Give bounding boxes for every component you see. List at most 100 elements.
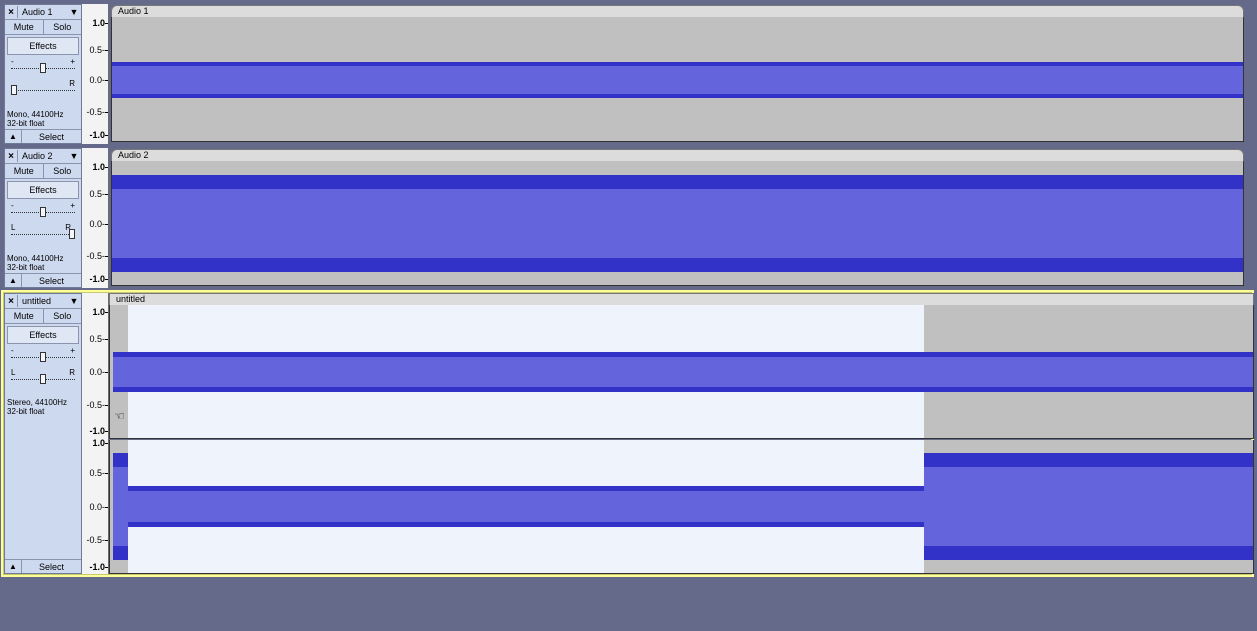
track-name-button[interactable]: Audio 2 bbox=[18, 151, 67, 161]
track-header: × Audio 2 ▼ bbox=[5, 149, 81, 164]
select-button[interactable]: Select bbox=[22, 130, 81, 143]
track-control-panel: × Audio 2 ▼ Mute Solo Effects - + L R Mo… bbox=[4, 148, 82, 288]
pan-slider-thumb[interactable] bbox=[40, 374, 46, 384]
vertical-ruler: 1.0 0.5- 0.0- -0.5- -1.0 bbox=[82, 4, 109, 144]
effects-button[interactable]: Effects bbox=[7, 181, 79, 199]
track-name-button[interactable]: untitled bbox=[18, 296, 67, 306]
gain-plus-label: + bbox=[70, 346, 75, 355]
track-audio-2: × Audio 2 ▼ Mute Solo Effects - + L R Mo… bbox=[0, 148, 1257, 288]
solo-button[interactable]: Solo bbox=[42, 309, 82, 323]
ruler-label: -1.0 bbox=[89, 130, 108, 140]
clip-title-bar[interactable]: Audio 2 bbox=[111, 149, 1244, 161]
gain-slider-thumb[interactable] bbox=[40, 207, 46, 217]
waveform-peak bbox=[128, 522, 924, 527]
waveform-peak bbox=[924, 546, 1253, 560]
pan-slider[interactable]: L R bbox=[11, 223, 75, 240]
collapse-track-icon[interactable]: ▲ bbox=[5, 560, 22, 573]
mute-button[interactable]: Mute bbox=[5, 20, 43, 34]
track-audio-1: × Audio 1 ▼ Mute Solo Effects - + R Mono… bbox=[0, 4, 1257, 144]
waveform-peak bbox=[112, 258, 1243, 272]
waveform-area[interactable] bbox=[111, 17, 1244, 142]
gain-slider[interactable]: - + bbox=[11, 201, 75, 218]
waveform-peak bbox=[128, 486, 924, 491]
close-track-icon[interactable]: × bbox=[5, 6, 18, 18]
track-header: × untitled ▼ bbox=[5, 294, 81, 309]
ruler-label: 1.0 bbox=[92, 438, 108, 448]
pan-right-label: R bbox=[69, 79, 75, 88]
waveform-peak bbox=[112, 94, 1243, 98]
gain-minus-label: - bbox=[11, 201, 14, 210]
ruler-label: 0.0- bbox=[89, 367, 108, 377]
close-track-icon[interactable]: × bbox=[5, 295, 18, 307]
track-name-button[interactable]: Audio 1 bbox=[18, 7, 67, 17]
pan-slider[interactable]: L R bbox=[11, 368, 75, 385]
select-button[interactable]: Select bbox=[22, 560, 81, 573]
mute-solo-row: Mute Solo bbox=[5, 309, 81, 324]
gain-minus-label: - bbox=[11, 346, 14, 355]
track-format-depth: 32-bit float bbox=[7, 119, 45, 128]
track-menu-dropdown-icon[interactable]: ▼ bbox=[67, 7, 81, 17]
mute-button[interactable]: Mute bbox=[5, 309, 43, 323]
close-track-icon[interactable]: × bbox=[5, 150, 18, 162]
mute-button[interactable]: Mute bbox=[5, 164, 43, 178]
pan-slider[interactable]: R bbox=[11, 79, 75, 96]
track-untitled: × untitled ▼ Mute Solo Effects - + L R S… bbox=[0, 290, 1257, 577]
track-format-info: Mono, 44100Hz 32-bit float bbox=[7, 254, 63, 272]
mute-solo-row: Mute Solo bbox=[5, 20, 81, 35]
pan-slider-track bbox=[11, 90, 75, 91]
gain-minus-label: - bbox=[11, 57, 14, 66]
waveform-area-left-channel[interactable]: ☜ bbox=[109, 305, 1254, 439]
waveform-area[interactable] bbox=[111, 161, 1244, 286]
effects-button[interactable]: Effects bbox=[7, 326, 79, 344]
effects-button[interactable]: Effects bbox=[7, 37, 79, 55]
vertical-ruler: 1.0 0.5- 0.0- -0.5- -1.0 bbox=[82, 148, 109, 288]
track-format-rate: Stereo, 44100Hz bbox=[7, 398, 68, 407]
gain-plus-label: + bbox=[70, 57, 75, 66]
solo-button[interactable]: Solo bbox=[42, 20, 82, 34]
select-row: ▲ Select bbox=[5, 273, 81, 287]
clip-title-bar[interactable]: untitled bbox=[109, 293, 1254, 305]
solo-button[interactable]: Solo bbox=[42, 164, 82, 178]
waveform-peak bbox=[113, 453, 128, 467]
waveform-selected bbox=[128, 486, 924, 527]
waveform-peak bbox=[112, 175, 1243, 189]
track-menu-dropdown-icon[interactable]: ▼ bbox=[67, 151, 81, 161]
ruler-label: -0.5- bbox=[86, 251, 108, 261]
ruler-label: 0.5- bbox=[89, 468, 108, 478]
waveform-unselected-right bbox=[924, 453, 1253, 560]
clip-title-bar[interactable]: Audio 1 bbox=[111, 5, 1244, 17]
track-control-panel: × Audio 1 ▼ Mute Solo Effects - + R Mono… bbox=[4, 4, 82, 144]
track-format-rate: Mono, 44100Hz bbox=[7, 110, 64, 119]
ruler-label: -0.5- bbox=[86, 400, 108, 410]
track-menu-dropdown-icon[interactable]: ▼ bbox=[67, 296, 81, 306]
ruler-label: 0.5- bbox=[89, 189, 108, 199]
pan-left-label: L bbox=[11, 223, 16, 232]
waveform bbox=[112, 62, 1243, 98]
track-format-info: Mono, 44100Hz 32-bit float bbox=[7, 110, 63, 128]
ruler-label: 0.0- bbox=[89, 502, 108, 512]
gain-slider-thumb[interactable] bbox=[40, 63, 46, 73]
collapse-track-icon[interactable]: ▲ bbox=[5, 274, 22, 287]
gain-plus-label: + bbox=[70, 201, 75, 210]
gain-slider-thumb[interactable] bbox=[40, 352, 46, 362]
waveform-peak bbox=[112, 62, 1243, 66]
gain-slider[interactable]: - + bbox=[11, 346, 75, 363]
ruler-label: -1.0 bbox=[89, 562, 108, 572]
track-header: × Audio 1 ▼ bbox=[5, 5, 81, 20]
select-button[interactable]: Select bbox=[22, 274, 81, 287]
track-control-panel: × untitled ▼ Mute Solo Effects - + L R S… bbox=[4, 293, 82, 574]
waveform-area-right-channel[interactable] bbox=[109, 440, 1254, 574]
ruler-label: 1.0 bbox=[92, 162, 108, 172]
waveform-peak bbox=[924, 453, 1253, 467]
pan-right-label: R bbox=[69, 368, 75, 377]
track-format-depth: 32-bit float bbox=[7, 407, 45, 416]
gain-slider[interactable]: - + bbox=[11, 57, 75, 74]
track-format-depth: 32-bit float bbox=[7, 263, 45, 272]
pan-left-label: L bbox=[11, 368, 16, 377]
pan-slider-thumb[interactable] bbox=[11, 85, 17, 95]
pan-slider-thumb[interactable] bbox=[69, 229, 75, 239]
waveform-unselected-left bbox=[113, 453, 128, 560]
empty-track-area[interactable] bbox=[0, 578, 1257, 631]
ruler-label: -1.0 bbox=[89, 426, 108, 436]
collapse-track-icon[interactable]: ▲ bbox=[5, 130, 22, 143]
